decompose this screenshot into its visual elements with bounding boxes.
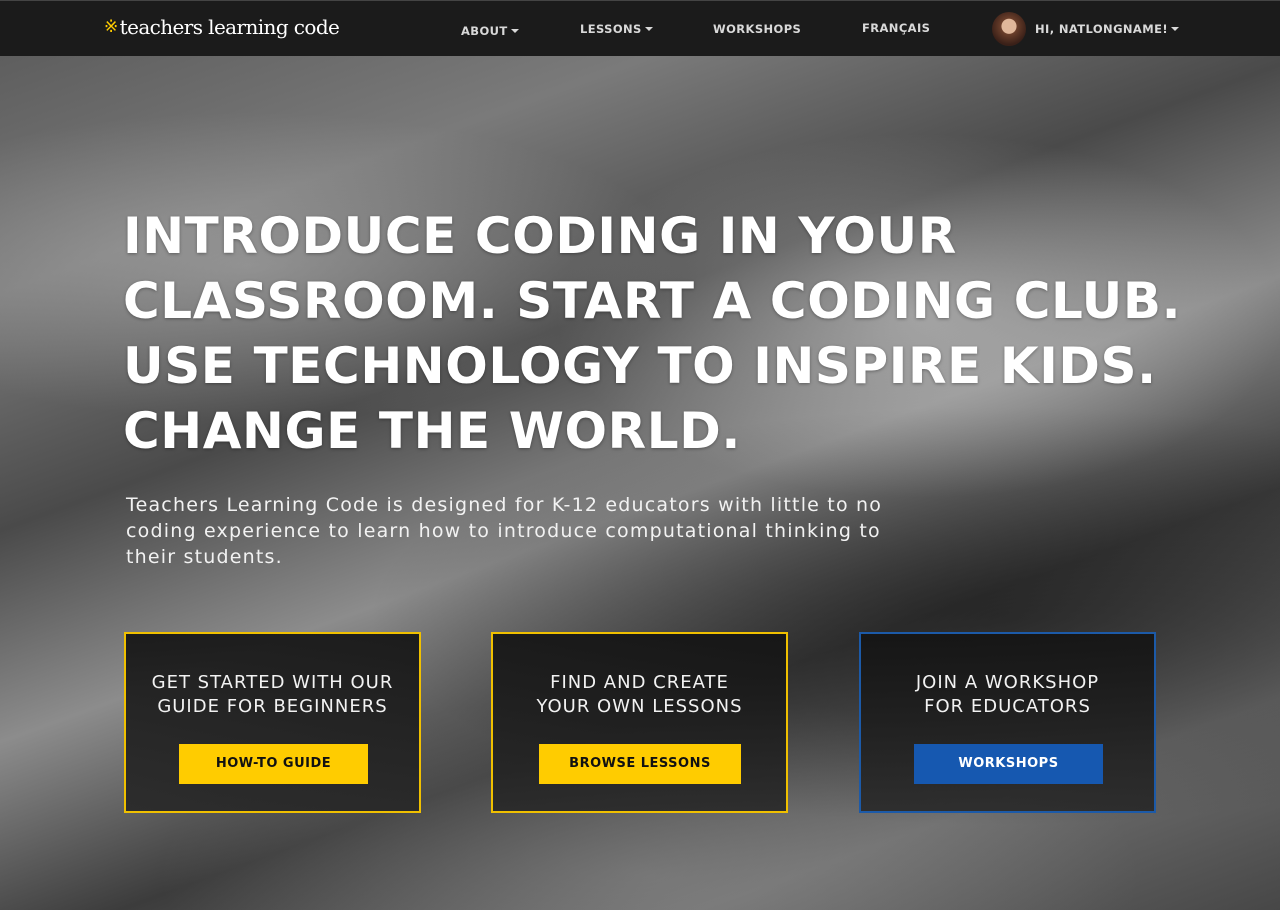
- nav-lessons[interactable]: LESSONS: [580, 22, 653, 36]
- logo-asterisk-icon: ※: [104, 17, 118, 37]
- nav-about[interactable]: ABOUT: [461, 24, 519, 38]
- card-lessons-text: FIND AND CREATE YOUR OWN LESSONS: [536, 672, 743, 717]
- site-logo[interactable]: ※ teachers learning code: [104, 15, 340, 39]
- how-to-guide-button[interactable]: HOW-TO GUIDE: [179, 744, 368, 784]
- hero-subtext: Teachers Learning Code is designed for K…: [126, 494, 883, 568]
- nav-workshops-label: WORKSHOPS: [713, 22, 802, 36]
- hero-section: INTRODUCE CODING IN YOUR CLASSROOM. STAR…: [0, 56, 1280, 910]
- nav-lessons-label: LESSONS: [580, 22, 642, 36]
- logo-text: teachers learning code: [119, 15, 340, 39]
- card-workshops-text: JOIN A WORKSHOP FOR EDUCATORS: [915, 672, 1100, 717]
- caret-down-icon: [510, 29, 519, 33]
- nav-francais[interactable]: FRANÇAIS: [862, 21, 930, 35]
- card-beginners-guide: GET STARTED WITH OUR GUIDE FOR BEGINNERS…: [124, 632, 421, 813]
- user-menu[interactable]: HI, NATLONGNAME!: [992, 12, 1179, 46]
- avatar: [992, 12, 1026, 46]
- card-lessons: FIND AND CREATE YOUR OWN LESSONS BROWSE …: [491, 632, 788, 813]
- nav-francais-label: FRANÇAIS: [862, 21, 931, 35]
- caret-down-icon: [644, 27, 653, 31]
- workshops-button[interactable]: WORKSHOPS: [914, 744, 1103, 784]
- hero-headline: INTRODUCE CODING IN YOUR CLASSROOM. STAR…: [123, 207, 1182, 460]
- top-navbar: ※ teachers learning code ABOUT LESSONS W…: [0, 0, 1280, 56]
- user-greeting: HI, NATLONGNAME!: [1035, 22, 1168, 36]
- card-workshops: JOIN A WORKSHOP FOR EDUCATORS WORKSHOPS: [859, 632, 1156, 813]
- card-beginners-guide-text: GET STARTED WITH OUR GUIDE FOR BEGINNERS: [151, 672, 394, 717]
- caret-down-icon: [1170, 27, 1179, 31]
- nav-workshops[interactable]: WORKSHOPS: [713, 22, 801, 36]
- nav-about-label: ABOUT: [461, 24, 508, 38]
- browse-lessons-button[interactable]: BROWSE LESSONS: [539, 744, 741, 784]
